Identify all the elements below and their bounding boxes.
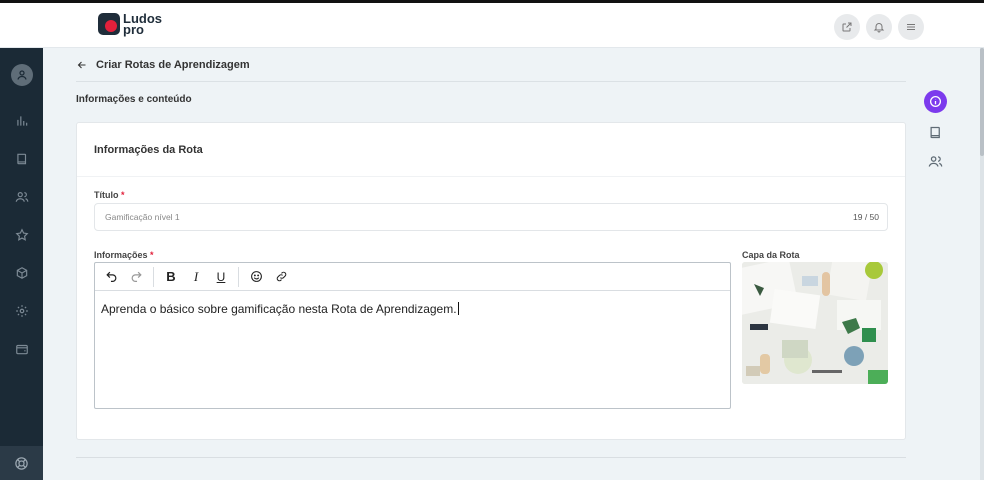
required-mark: *	[150, 250, 154, 260]
underline-button[interactable]: U	[211, 267, 231, 287]
rail-content-button[interactable]	[925, 122, 945, 142]
card-title: Informações da Rota	[77, 123, 905, 177]
undo-icon	[105, 271, 116, 282]
logo-mark-icon	[98, 13, 120, 35]
users-icon	[928, 155, 942, 167]
book-icon	[930, 126, 940, 138]
bar-chart-icon	[16, 116, 27, 126]
sidebar-item-rewards[interactable]	[0, 216, 43, 254]
lifebuoy-icon	[15, 456, 28, 470]
notifications-button[interactable]	[866, 14, 892, 40]
sidebar-item-dashboard[interactable]	[0, 102, 43, 140]
cover-label: Capa da Rota	[742, 250, 800, 260]
title-field-label: Título *	[94, 190, 125, 200]
users-icon	[15, 192, 28, 202]
sidebar-item-users[interactable]	[0, 178, 43, 216]
title-input[interactable]: Gamificação nível 1 19 / 50	[94, 203, 888, 231]
sidebar-item-learning-paths[interactable]	[0, 140, 43, 178]
text-caret	[457, 302, 459, 315]
book-icon	[16, 153, 26, 165]
user-icon	[16, 70, 27, 80]
editor-content[interactable]: Aprenda o básico sobre gamificação nesta…	[95, 291, 730, 327]
sidebar-help-button[interactable]	[0, 446, 43, 480]
page-scrollbar-thumb[interactable]	[980, 48, 984, 156]
undo-button[interactable]	[101, 267, 121, 287]
cover-illustration	[742, 262, 888, 384]
editor-text: Aprenda o básico sobre gamificação nesta…	[101, 302, 457, 316]
external-link-icon	[842, 22, 852, 32]
title-input-placeholder: Gamificação nível 1	[105, 212, 180, 222]
required-mark: *	[121, 190, 125, 200]
link-icon	[276, 271, 286, 282]
page-title[interactable]: Criar Rotas de Aprendizagem	[96, 59, 250, 71]
rail-info-button[interactable]	[923, 90, 947, 113]
avatar	[10, 64, 33, 86]
editor-toolbar: B I U	[95, 263, 730, 291]
wallet-icon	[15, 344, 28, 355]
star-icon	[14, 228, 29, 241]
info-field-label: Informações *	[94, 250, 154, 260]
divider	[76, 457, 906, 458]
info-icon	[929, 95, 941, 108]
sidebar-item-wallet[interactable]	[0, 330, 43, 368]
cover-image[interactable]	[742, 262, 888, 384]
emoji-icon	[250, 271, 262, 282]
route-info-card: Informações da Rota Título * Gamificação…	[76, 122, 906, 440]
link-button[interactable]	[271, 267, 291, 287]
menu-icon	[907, 24, 915, 30]
menu-button[interactable]	[898, 14, 924, 40]
right-rail	[922, 90, 948, 171]
arrow-left-icon[interactable]	[76, 59, 88, 71]
sidebar	[0, 48, 43, 480]
sidebar-item-products[interactable]	[0, 254, 43, 292]
breadcrumb: Criar Rotas de Aprendizagem	[76, 48, 906, 82]
section-label: Informações e conteúdo	[76, 94, 192, 105]
sidebar-item-profile[interactable]	[0, 48, 43, 102]
italic-button[interactable]: I	[186, 267, 206, 287]
emoji-button[interactable]	[246, 267, 266, 287]
bell-icon	[873, 23, 885, 33]
external-link-button[interactable]	[834, 14, 860, 40]
redo-button[interactable]	[126, 267, 146, 287]
redo-icon	[131, 271, 142, 282]
title-char-counter: 19 / 50	[853, 212, 879, 222]
rail-participants-button[interactable]	[925, 151, 945, 171]
sidebar-item-settings[interactable]	[0, 292, 43, 330]
top-bar: Ludos pro	[0, 0, 984, 48]
box-icon	[16, 267, 27, 279]
rich-text-editor[interactable]: B I U Aprenda o básico sobre gamificação…	[94, 262, 731, 409]
settings-icon	[15, 305, 28, 317]
bold-button[interactable]: B	[161, 267, 181, 287]
brand-logo[interactable]: Ludos pro	[98, 12, 162, 36]
